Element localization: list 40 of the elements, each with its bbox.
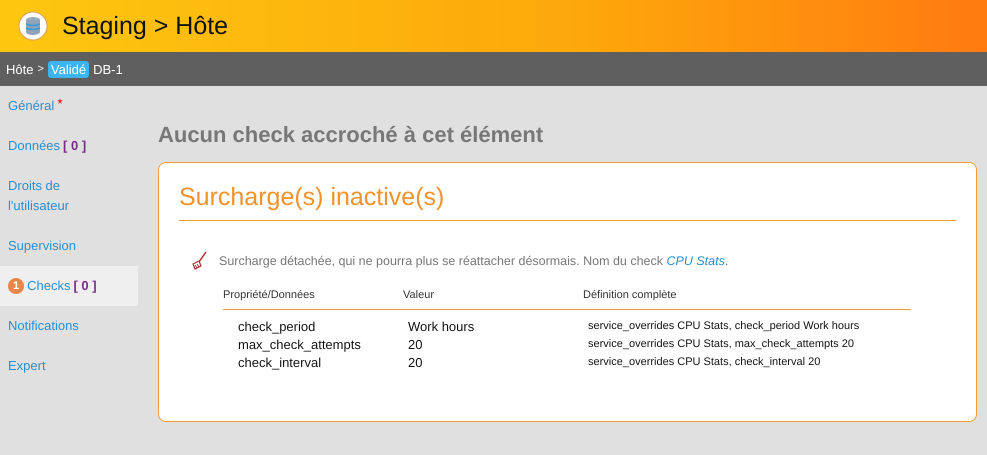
- sidebar-label: Supervision: [8, 237, 76, 255]
- count-badge: 1: [8, 278, 24, 294]
- table-cell: Work hours: [403, 310, 583, 335]
- sidebar-label: Données: [8, 137, 60, 155]
- sidebar-label: Général: [8, 97, 54, 115]
- table-cell: service_overrides CPU Stats, check_period Work hours: [583, 310, 911, 335]
- table-cell-text: service_overrides CPU Stats, max_check_attempts 20: [587, 337, 855, 352]
- column-header: Propriété/Données: [223, 285, 403, 310]
- sidebar-item[interactable]: Expert: [0, 346, 138, 386]
- table-cell-text: max_check_attempts: [237, 336, 362, 353]
- notice-text: Surcharge détachée, qui ne pourra plus se réattacher désormais. Nom du check CPU Stats.: [219, 254, 728, 268]
- sidebar-item[interactable]: 1 Checks [ 0 ]: [0, 266, 138, 306]
- sidebar-item[interactable]: Général: [0, 86, 138, 126]
- table-cell-text: service_overrides CPU Stats, check_interval 20: [587, 355, 822, 370]
- sidebar-label: Expert: [8, 357, 46, 375]
- sidebar-label: Droits de l'utilisateur: [8, 177, 70, 215]
- breadcrumb-separator: >: [37, 63, 44, 75]
- table-cell: check_period: [223, 310, 403, 335]
- page-title: Staging > Hôte: [62, 12, 228, 40]
- sidebar-label: Checks: [27, 277, 70, 295]
- section-heading: Aucun check accroché à cet élément: [158, 122, 544, 148]
- item-count: [ 0 ]: [63, 137, 86, 155]
- breadcrumb-link[interactable]: Hôte: [6, 62, 34, 76]
- table-cell-text: 20: [407, 336, 424, 353]
- sidebar-item[interactable]: Données [ 0 ]: [0, 126, 138, 166]
- column-header: Définition complète: [583, 285, 911, 310]
- sidebar-item[interactable]: Supervision: [0, 226, 138, 266]
- sidebar-item[interactable]: Droits de l'utilisateur: [0, 166, 138, 226]
- table-cell-text: check_interval: [237, 354, 322, 371]
- broom-icon: [191, 251, 209, 271]
- database-icon: [18, 11, 48, 41]
- status-badge: Validé: [48, 60, 90, 78]
- table-cell-text: 20: [407, 354, 424, 371]
- sidebar-item[interactable]: Notifications: [0, 306, 138, 346]
- check-link[interactable]: CPU Stats: [666, 254, 725, 268]
- item-count: [ 0 ]: [73, 277, 97, 295]
- column-header: Valeur: [403, 285, 583, 310]
- sidebar-label: Notifications: [8, 317, 79, 335]
- breadcrumb-current: DB-1: [93, 62, 123, 76]
- card-title: Surcharge(s) inactive(s): [179, 183, 956, 221]
